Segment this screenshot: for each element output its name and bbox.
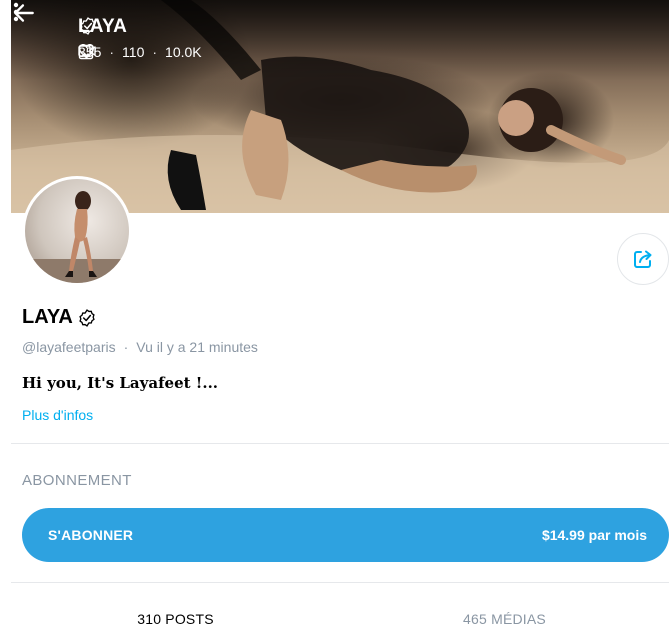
videos-count: 110 <box>122 44 145 60</box>
more-info-link[interactable]: Plus d'infos <box>22 407 93 423</box>
share-button[interactable] <box>617 233 669 285</box>
videos-stat: 110 <box>78 44 145 60</box>
subscribe-button[interactable]: S'ABONNER $14.99 par mois <box>22 508 669 562</box>
header-title: LAYA <box>78 16 127 38</box>
last-seen: Vu il y a 21 minutes <box>136 339 258 355</box>
handle: @layafeetparis <box>22 339 116 355</box>
cover-shade <box>11 0 669 80</box>
avatar-photo <box>25 191 129 283</box>
subscribe-price: $14.99 par mois <box>541 527 647 543</box>
divider <box>11 582 669 583</box>
share-icon <box>634 250 652 268</box>
stats-separator: · <box>109 44 115 60</box>
tab-medias[interactable]: 465 MÉDIAS <box>340 600 669 639</box>
verified-badge-icon <box>79 308 95 327</box>
profile-name-text: LAYA <box>22 306 73 328</box>
profile-page: LAYA 355 · 110 · 10.0K LAYA @layafeetpar… <box>0 0 669 639</box>
content-tabs: 310 POSTS 465 MÉDIAS <box>11 600 669 639</box>
handle-separator: · <box>123 339 129 355</box>
bio-text: Hi you, It's Layafeet !... <box>22 374 219 392</box>
subscription-section-title: ABONNEMENT <box>22 472 132 489</box>
stats-separator: · <box>152 44 158 60</box>
likes-stat: 10.0K <box>78 44 202 60</box>
avatar[interactable] <box>22 176 132 286</box>
subscribe-label: S'ABONNER <box>48 527 134 543</box>
header-stats: 355 · 110 · 10.0K <box>78 44 202 60</box>
divider <box>11 443 669 444</box>
profile-name: LAYA <box>22 306 97 329</box>
tab-posts[interactable]: 310 POSTS <box>11 600 340 639</box>
more-vertical-icon[interactable] <box>11 0 21 24</box>
heart-icon <box>78 44 95 59</box>
verified-badge-icon <box>80 17 96 35</box>
likes-count: 10.0K <box>165 44 202 60</box>
handle-line: @layafeetparis · Vu il y a 21 minutes <box>22 339 258 355</box>
